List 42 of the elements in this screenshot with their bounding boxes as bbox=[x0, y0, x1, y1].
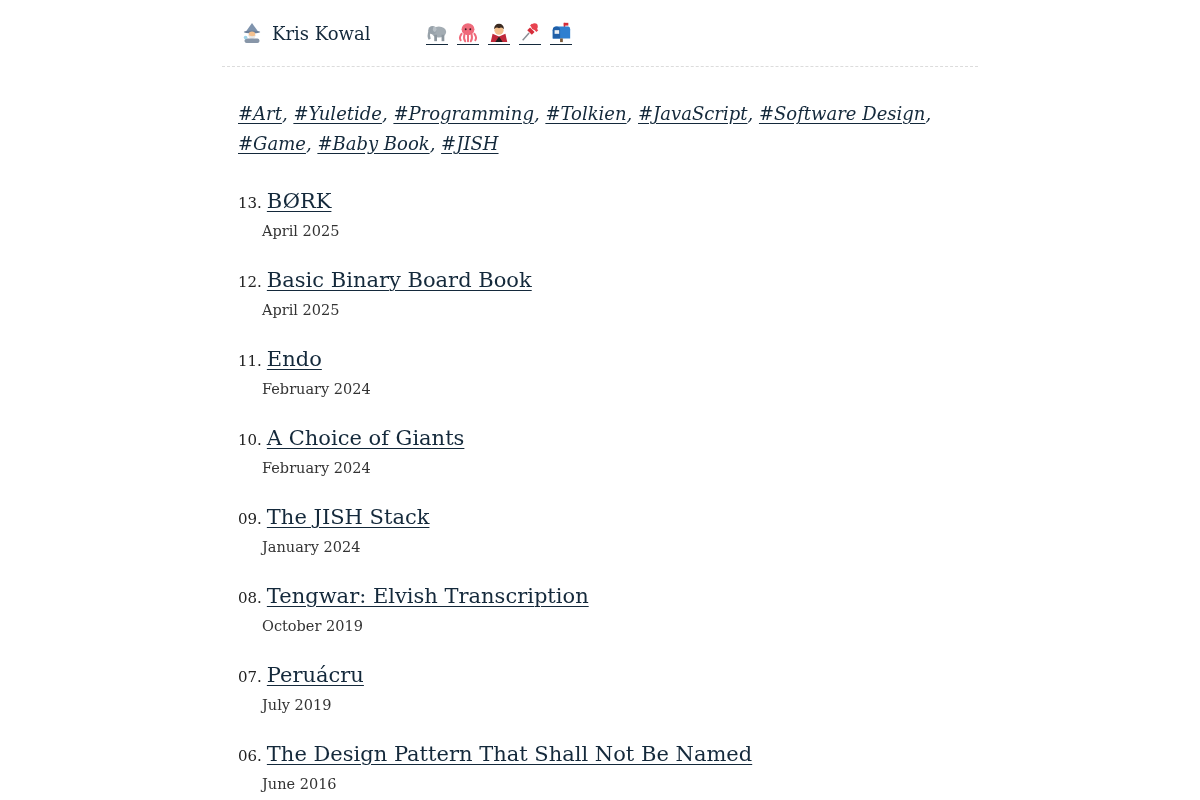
article-date: April 2025 bbox=[262, 222, 340, 241]
item-number: 06. bbox=[238, 746, 262, 767]
article-date: April 2025 bbox=[262, 301, 340, 320]
tag-link[interactable]: #Art bbox=[238, 103, 282, 124]
social-link[interactable] bbox=[488, 21, 511, 45]
tag-link[interactable]: #Tolkien bbox=[545, 103, 627, 124]
tag-link[interactable]: #JavaScript bbox=[638, 103, 748, 124]
tag-link[interactable]: #Software Design bbox=[758, 103, 926, 124]
social-link[interactable] bbox=[519, 21, 542, 45]
octopus-icon bbox=[457, 21, 480, 43]
wizard-icon bbox=[241, 22, 263, 44]
tag-link[interactable]: #JISH bbox=[441, 133, 499, 154]
tag-link[interactable]: #Baby Book bbox=[317, 133, 430, 154]
mailbox-icon bbox=[550, 21, 573, 43]
article-date: February 2024 bbox=[262, 380, 371, 399]
social-link[interactable] bbox=[457, 21, 480, 45]
tag-link[interactable]: #Programming bbox=[393, 103, 534, 124]
article-date: July 2019 bbox=[262, 696, 332, 715]
item-number: 10. bbox=[238, 430, 262, 451]
article-date: January 2024 bbox=[262, 538, 361, 557]
item-number: 12. bbox=[238, 272, 262, 293]
author-name: Kris Kowal bbox=[272, 22, 371, 44]
article-link[interactable]: Endo bbox=[266, 344, 322, 374]
item-number: 08. bbox=[238, 588, 262, 609]
article-link[interactable]: Basic Binary Board Book bbox=[266, 265, 532, 295]
article-date: October 2019 bbox=[262, 617, 363, 636]
item-number: 13. bbox=[238, 193, 262, 214]
article-link[interactable]: BØRK bbox=[266, 186, 332, 216]
article-date: June 2016 bbox=[262, 775, 337, 794]
social-link[interactable] bbox=[550, 21, 573, 45]
item-number: 07. bbox=[238, 667, 262, 688]
tag-link[interactable]: #Game bbox=[238, 133, 306, 154]
tag-list: #Art, #Yuletide, #Programming, #Tolkien, #JavaScript, #Software Design, #Game, #Baby Book, #JISH bbox=[238, 99, 962, 159]
item-number: 11. bbox=[238, 351, 262, 372]
article-date: February 2024 bbox=[262, 459, 371, 478]
item-number: 09. bbox=[238, 509, 262, 530]
article-link[interactable]: Tengwar: Elvish Transcription bbox=[266, 581, 589, 611]
article-link[interactable]: A Choice of Giants bbox=[266, 423, 465, 453]
article-link[interactable]: Peruácru bbox=[266, 660, 364, 690]
article-link[interactable]: The Design Pattern That Shall Not Be Named bbox=[266, 739, 753, 769]
tag-link[interactable]: #Yuletide bbox=[293, 103, 382, 124]
article-link[interactable]: The JISH Stack bbox=[266, 502, 430, 532]
